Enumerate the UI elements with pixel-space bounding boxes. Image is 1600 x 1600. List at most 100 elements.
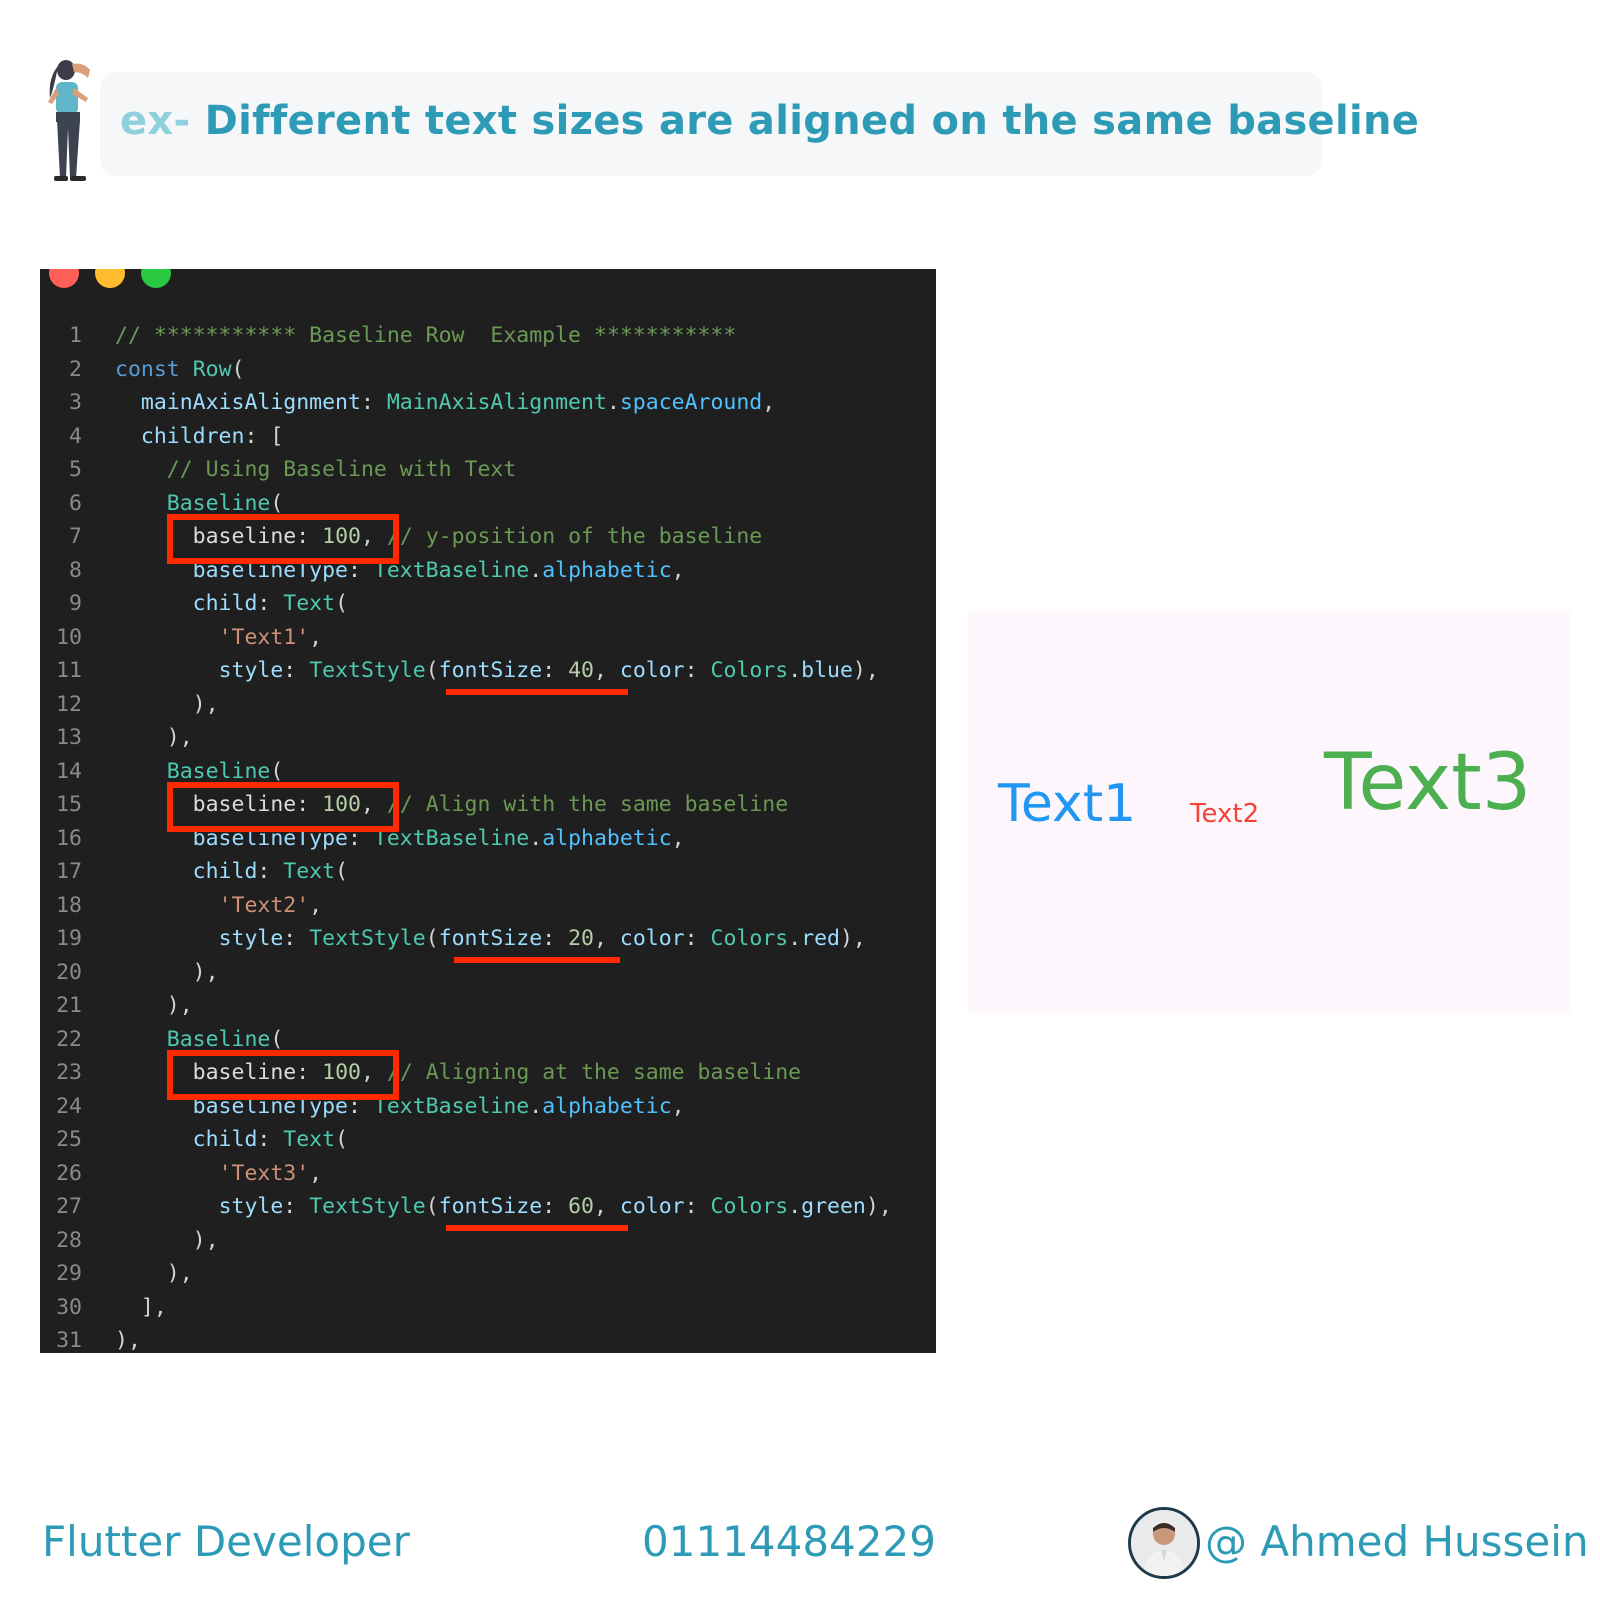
class-name: Row bbox=[192, 356, 232, 382]
code-line: 18 'Text2', bbox=[40, 889, 936, 923]
line-number: 10 bbox=[56, 624, 82, 650]
property: style bbox=[218, 1194, 284, 1219]
code-line: 11 style: TextStyle(fontSize: 40, color:… bbox=[40, 654, 936, 688]
code-line: 21 ), bbox=[40, 989, 936, 1023]
line-number: 9 bbox=[69, 591, 82, 616]
comment: // Using Baseline with Text bbox=[166, 457, 517, 482]
punct: , bbox=[671, 825, 685, 851]
punct: ( bbox=[270, 1026, 284, 1052]
line-number: 29 bbox=[56, 1261, 82, 1286]
punct: ( bbox=[425, 1194, 439, 1219]
code-line: 17 child: Text( bbox=[40, 855, 936, 889]
code-line: 29 ), bbox=[40, 1257, 936, 1291]
keyword: const bbox=[115, 356, 180, 382]
close-dot-icon bbox=[49, 269, 79, 288]
line-number: 30 bbox=[56, 1294, 82, 1320]
line-number: 1 bbox=[69, 323, 82, 348]
line-number: 23 bbox=[56, 1060, 82, 1085]
class-name: TextStyle bbox=[309, 1194, 426, 1219]
footer-role: Flutter Developer bbox=[42, 1517, 410, 1566]
property: style bbox=[218, 926, 284, 951]
punct: : bbox=[244, 423, 271, 449]
property: color bbox=[619, 1194, 685, 1219]
class-name: Text bbox=[283, 859, 336, 884]
comment: // *********** Baseline Row Example ****… bbox=[115, 323, 737, 348]
line-number: 25 bbox=[56, 1127, 82, 1152]
line-number: 16 bbox=[56, 825, 82, 851]
line-number: 17 bbox=[56, 859, 82, 884]
punct: ( bbox=[270, 490, 284, 516]
line-number: 21 bbox=[56, 993, 82, 1018]
punct: ), bbox=[192, 691, 219, 717]
title-prefix: ex- bbox=[120, 98, 191, 144]
comment: // y-position of the baseline bbox=[386, 524, 763, 549]
code-line: 1 // *********** Baseline Row Example ***… bbox=[40, 319, 936, 353]
punct: ( bbox=[231, 356, 245, 382]
property: child bbox=[192, 1127, 258, 1152]
punct: . bbox=[788, 926, 802, 951]
punct: ), bbox=[115, 1328, 141, 1353]
punct: : bbox=[283, 658, 310, 683]
line-number: 20 bbox=[56, 959, 82, 985]
property: children bbox=[140, 423, 245, 449]
punct: [ bbox=[270, 423, 284, 449]
punct: : bbox=[257, 1127, 284, 1152]
class-name: Colors bbox=[710, 658, 789, 683]
punct: ], bbox=[140, 1294, 167, 1320]
page-title: ex- Different text sizes are aligned on … bbox=[120, 72, 1419, 176]
punct: , bbox=[593, 926, 607, 951]
punct: . bbox=[788, 658, 802, 683]
class-name: TextStyle bbox=[309, 658, 426, 683]
punct: ( bbox=[335, 859, 349, 884]
punct: ( bbox=[270, 758, 284, 784]
line-number: 14 bbox=[56, 758, 82, 784]
punct: ( bbox=[335, 1127, 349, 1152]
code-line: 25 child: Text( bbox=[40, 1123, 936, 1157]
property: fontSize bbox=[438, 658, 543, 683]
property: color bbox=[619, 926, 685, 951]
punct: ), bbox=[192, 959, 219, 985]
property: fontSize bbox=[438, 926, 543, 951]
avatar bbox=[1128, 1507, 1200, 1579]
string: 'Text1' bbox=[218, 624, 310, 650]
punct: . bbox=[529, 1093, 543, 1119]
code-block: 1 // *********** Baseline Row Example ***… bbox=[40, 319, 936, 1353]
punct: : bbox=[283, 926, 310, 951]
class-name: Colors bbox=[710, 926, 789, 951]
baseline-highlight-box bbox=[167, 1050, 399, 1100]
punct: : bbox=[542, 658, 569, 683]
line-number: 18 bbox=[56, 892, 82, 918]
code-line: 26 'Text3', bbox=[40, 1157, 936, 1191]
line-number: 22 bbox=[56, 1026, 82, 1052]
punct: , bbox=[762, 390, 776, 415]
title-banner: ex- Different text sizes are aligned on … bbox=[100, 72, 1419, 176]
code-editor-window: 1 // *********** Baseline Row Example ***… bbox=[40, 269, 936, 1353]
property: fontSize bbox=[438, 1194, 543, 1219]
code-line: 13 ), bbox=[40, 721, 936, 755]
property: style bbox=[218, 658, 284, 683]
string: 'Text2' bbox=[218, 892, 310, 918]
punct: ), bbox=[852, 658, 879, 683]
baseline-highlight-box bbox=[167, 514, 399, 564]
property: mainAxisAlignment bbox=[140, 390, 361, 415]
punct: ), bbox=[839, 926, 866, 951]
fontsize-underline bbox=[454, 957, 620, 963]
line-number: 6 bbox=[69, 490, 82, 516]
fontsize-underline bbox=[446, 689, 628, 695]
code-line: 31), bbox=[40, 1324, 936, 1353]
punct: ( bbox=[425, 658, 439, 683]
punct: ), bbox=[865, 1194, 892, 1219]
line-number: 2 bbox=[69, 356, 82, 382]
title-text: Different text sizes are aligned on the … bbox=[204, 98, 1420, 144]
comment: // Align with the same baseline bbox=[386, 792, 789, 817]
punct: . bbox=[788, 1194, 802, 1219]
code-line: 2 const Row( bbox=[40, 353, 936, 387]
line-number: 26 bbox=[56, 1160, 82, 1186]
line-number: 4 bbox=[69, 423, 82, 449]
enum-value: spaceAround bbox=[619, 390, 763, 415]
comment: // Aligning at the same baseline bbox=[386, 1060, 802, 1085]
string: 'Text3' bbox=[218, 1160, 310, 1186]
punct: . bbox=[529, 557, 543, 583]
punct: , bbox=[309, 892, 323, 918]
punct: : bbox=[257, 859, 284, 884]
